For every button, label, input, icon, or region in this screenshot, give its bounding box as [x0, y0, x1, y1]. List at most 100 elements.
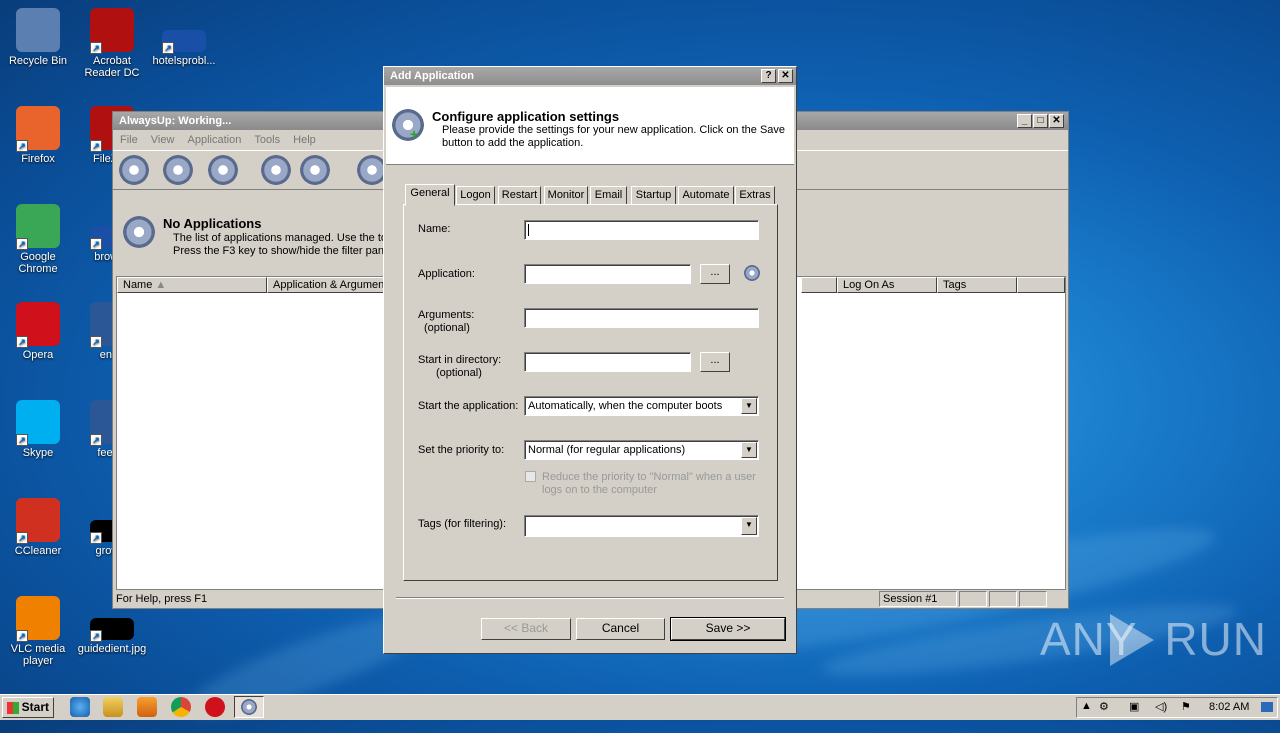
ccleaner-icon: ↗ [16, 498, 60, 544]
shortcut-arrow-icon: ↗ [90, 532, 102, 544]
desktop-icon[interactable]: Recycle Bin [0, 8, 76, 67]
opera-icon: ↗ [16, 302, 60, 348]
column-name[interactable]: Name ▲ [117, 277, 267, 293]
shortcut-arrow-icon: ↗ [90, 630, 102, 642]
tags-select[interactable]: ▼ [524, 515, 759, 537]
desktop-icon-label: Acrobat Reader DC [84, 55, 140, 79]
opera-icon[interactable] [205, 697, 225, 717]
clock[interactable]: 8:02 AM [1209, 701, 1249, 713]
arguments-optional: (optional) [424, 322, 470, 334]
header-title: Configure application settings [432, 109, 620, 124]
tray-arrow-icon[interactable]: ▲ [1081, 700, 1092, 712]
name-input[interactable] [524, 220, 759, 240]
start-label: Start the application: [418, 400, 519, 412]
windows-logo-icon [7, 702, 19, 714]
ie-icon[interactable] [70, 697, 90, 717]
desktop-icon-label: Firefox [21, 153, 55, 165]
desktop-icon[interactable]: ↗ VLC media player [0, 596, 76, 667]
alwaysup-taskbar-button[interactable] [234, 696, 264, 718]
restart-application-icon[interactable] [300, 155, 330, 185]
tray-flag-icon[interactable]: ⚑ [1181, 700, 1191, 713]
shortcut-arrow-icon: ↗ [16, 140, 28, 152]
desktop-icon[interactable]: ↗ Opera [0, 302, 76, 361]
tray-gear-icon[interactable]: ⚙ [1099, 700, 1109, 713]
file-icon: ↗ [162, 30, 206, 54]
chevron-down-icon[interactable]: ▼ [741, 517, 757, 535]
reduce-line2: logs on to the computer [542, 484, 657, 496]
banner-gear-icon [123, 216, 155, 248]
desktop-icon[interactable]: ↗ CCleaner [0, 498, 76, 557]
menu-tools[interactable]: Tools [254, 134, 280, 146]
shortcut-arrow-icon: ↗ [90, 42, 102, 54]
column-tags[interactable]: Tags [937, 277, 1017, 293]
start-select[interactable]: Automatically, when the computer boots ▼ [524, 396, 759, 416]
stop-application-icon[interactable] [261, 155, 291, 185]
save-button[interactable]: Save >> [670, 617, 786, 641]
edit-application-icon[interactable] [163, 155, 193, 185]
arguments-input[interactable] [524, 308, 759, 328]
maximize-button[interactable]: □ [1033, 114, 1048, 128]
application-gear-icon[interactable] [744, 265, 760, 281]
desktop-icon[interactable]: ↗ Skype [0, 400, 76, 459]
menu-view[interactable]: View [151, 134, 175, 146]
application-label: Application: [418, 268, 475, 280]
chevron-down-icon[interactable]: ▼ [741, 442, 757, 458]
tab-extras[interactable]: Extras [735, 186, 775, 205]
reduce-priority-checkbox[interactable] [525, 471, 536, 482]
dialog-close-button[interactable]: ✕ [778, 69, 793, 83]
priority-select[interactable]: Normal (for regular applications) ▼ [524, 440, 759, 460]
start-application-icon[interactable] [208, 155, 238, 185]
header-line2: button to add the application. [442, 137, 584, 149]
explorer-icon[interactable] [103, 697, 123, 717]
start-button[interactable]: Start [2, 697, 54, 718]
tray-network-icon[interactable]: ▣ [1129, 700, 1139, 713]
name-label: Name: [418, 223, 451, 235]
tab-automate[interactable]: Automate [678, 186, 734, 205]
chrome-icon: ↗ [16, 204, 60, 250]
shortcut-arrow-icon: ↗ [90, 140, 102, 152]
menu-application[interactable]: Application [188, 134, 242, 146]
column-application[interactable]: Application & Argument [267, 277, 387, 293]
minimize-button[interactable]: _ [1017, 114, 1032, 128]
desktop-icon[interactable]: ↗ Google Chrome [0, 204, 76, 275]
tab-startup[interactable]: Startup [631, 186, 676, 205]
startdir-input[interactable] [524, 352, 691, 372]
tab-monitor[interactable]: Monitor [544, 186, 588, 205]
column-logon[interactable]: Log On As [837, 277, 937, 293]
column-spacer [801, 277, 837, 293]
cancel-button[interactable]: Cancel [576, 618, 665, 640]
shortcut-arrow-icon: ↗ [16, 630, 28, 642]
back-button[interactable]: << Back [481, 618, 571, 640]
chevron-down-icon[interactable]: ▼ [741, 398, 757, 414]
dialog-titlebar[interactable]: Add Application ? ✕ [384, 67, 796, 85]
tray-volume-icon[interactable]: ◁) [1155, 700, 1167, 713]
add-application-icon[interactable] [119, 155, 149, 185]
application-input[interactable] [524, 264, 691, 284]
status-help: For Help, press F1 [116, 593, 208, 605]
tab-restart[interactable]: Restart [498, 186, 541, 205]
separator [396, 597, 784, 599]
menu-file[interactable]: File [120, 134, 138, 146]
banner-title: No Applications [163, 216, 262, 231]
media-player-icon[interactable] [137, 697, 157, 717]
reduce-line1: Reduce the priority to "Normal" when a u… [542, 471, 756, 483]
column-filler [1017, 277, 1065, 293]
shortcut-arrow-icon: ↗ [16, 238, 28, 250]
desktop-icon[interactable]: ↗ Firefox [0, 106, 76, 165]
close-button[interactable]: ✕ [1049, 114, 1064, 128]
skype-icon: ↗ [16, 400, 60, 446]
startdir-browse-button[interactable]: ... [700, 352, 730, 372]
window-title: AlwaysUp: Working... [119, 115, 232, 127]
desktop-icon-label: CCleaner [14, 545, 62, 557]
chrome-icon[interactable] [171, 697, 191, 717]
tab-email[interactable]: Email [590, 186, 627, 205]
help-button[interactable]: ? [761, 69, 776, 83]
application-browse-button[interactable]: ... [700, 264, 730, 284]
shortcut-arrow-icon: ↗ [90, 434, 102, 446]
menu-help[interactable]: Help [293, 134, 316, 146]
tab-logon[interactable]: Logon [456, 186, 495, 205]
desktop-icon[interactable]: ↗ hotelsprobl... [146, 8, 222, 67]
desktop-icon[interactable]: ↗ Acrobat Reader DC [74, 8, 150, 79]
tab-general[interactable]: General [405, 184, 455, 206]
show-desktop-icon[interactable] [1261, 702, 1273, 712]
